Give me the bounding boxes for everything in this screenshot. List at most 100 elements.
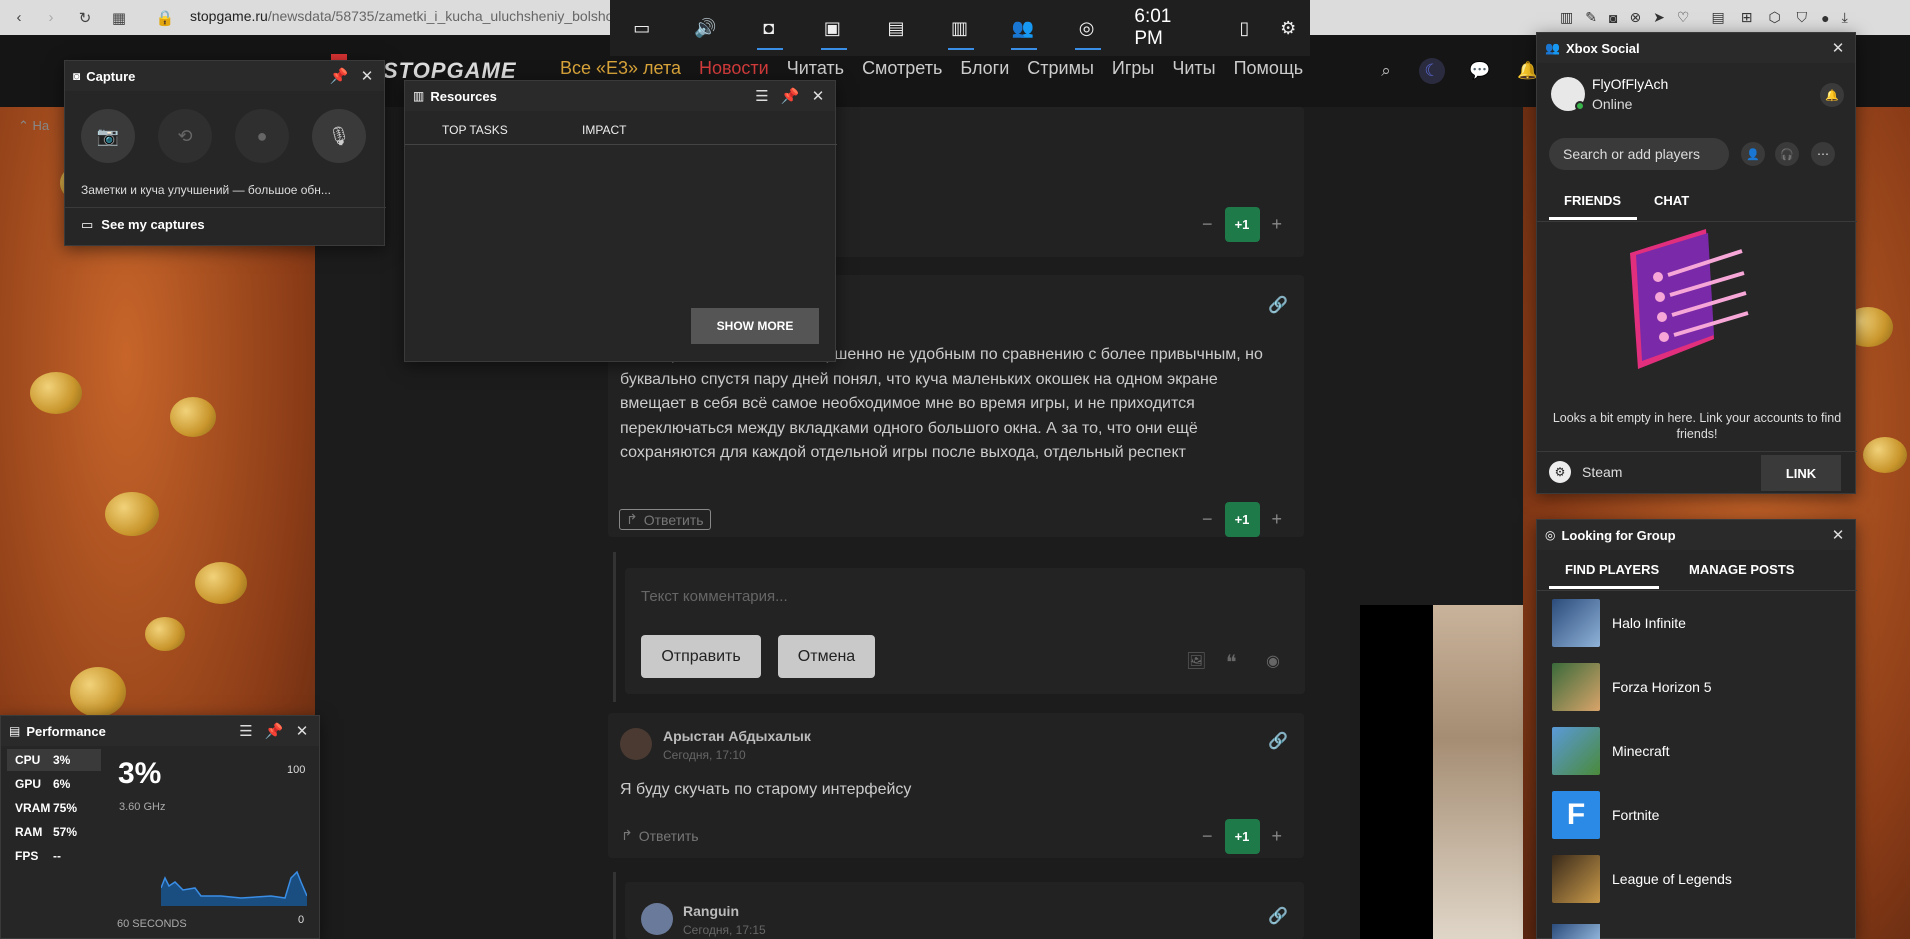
cancel-button[interactable]: Отмена	[778, 635, 875, 678]
close-icon[interactable]: ✕	[287, 716, 317, 746]
lfg-widget-icon[interactable]: ◎	[1055, 0, 1119, 56]
audio-icon[interactable]: 🔊	[674, 0, 738, 56]
tab-manage-posts[interactable]: MANAGE POSTS	[1689, 562, 1794, 577]
see-captures-link[interactable]: ▭ See my captures	[81, 217, 205, 233]
widget-menu-icon[interactable]: ▭	[610, 0, 674, 56]
social-widget-icon[interactable]: 👥	[991, 0, 1055, 56]
gear-icon[interactable]: ⚙	[1266, 0, 1310, 56]
address-bar[interactable]: stopgame.ru/newsdata/58735/zametki_i_kuc…	[190, 8, 649, 24]
tab-chat[interactable]: CHAT	[1654, 193, 1689, 208]
pin-icon[interactable]: 📌	[775, 81, 805, 111]
player-search-input[interactable]: Search or add players	[1549, 138, 1729, 170]
search-icon[interactable]: ⌕	[1373, 58, 1399, 84]
chat-icon[interactable]: 💬	[1467, 58, 1493, 84]
nav-news[interactable]: Новости	[699, 58, 769, 78]
edit-icon[interactable]: ✎	[1585, 9, 1597, 26]
capture-widget-icon[interactable]: ◘	[737, 0, 801, 56]
record-button[interactable]: ●	[235, 109, 289, 163]
shield-icon[interactable]: ⛉	[1797, 9, 1808, 26]
spoiler-icon[interactable]: ◉	[1266, 651, 1280, 671]
profile-icon[interactable]: ●	[1821, 10, 1829, 26]
close-icon[interactable]: ✕	[803, 81, 833, 111]
nav-cheats[interactable]: Читы	[1172, 58, 1215, 78]
headset-icon[interactable]: 🎧	[1775, 142, 1799, 166]
reply-button[interactable]: ↱ Ответить	[621, 827, 699, 844]
gallery-icon[interactable]: ▤	[864, 0, 928, 56]
mic-toggle-button[interactable]: 🎙	[312, 109, 366, 163]
camera-icon[interactable]: ◙	[1609, 10, 1617, 26]
perf-row-gpu[interactable]: GPU 6%	[7, 773, 101, 795]
vote-up-button[interactable]: +	[1272, 509, 1283, 530]
link-icon[interactable]: 🔗	[1268, 906, 1288, 926]
download-icon[interactable]: ⤓	[1842, 9, 1848, 26]
vote-down-button[interactable]: −	[1202, 826, 1213, 847]
close-icon[interactable]: ✕	[1823, 33, 1853, 63]
lfg-title-bar[interactable]: ◎ Looking for Group	[1537, 520, 1855, 550]
link-icon[interactable]: 🔗	[1268, 731, 1288, 751]
lfg-game-row[interactable]: League of Legends	[1552, 852, 1852, 906]
show-more-button[interactable]: SHOW MORE	[691, 308, 819, 344]
more-icon[interactable]: ⋯	[1811, 142, 1835, 166]
collapse-toggle[interactable]: ⌃ На	[18, 118, 49, 134]
social-title-bar[interactable]: 👥 Xbox Social	[1537, 33, 1855, 63]
nav-streams[interactable]: Стримы	[1027, 58, 1094, 78]
image-icon[interactable]: 🖼	[1186, 651, 1206, 671]
vote-up-button[interactable]: +	[1272, 826, 1283, 847]
avatar[interactable]	[641, 903, 673, 935]
comment-author[interactable]: Арыстан Абдыхалык	[663, 728, 811, 744]
resources-widget-icon[interactable]: ▣	[801, 0, 865, 56]
comment-input[interactable]: Текст комментария...	[641, 588, 788, 605]
nav-read[interactable]: Читать	[787, 58, 844, 78]
dark-mode-icon[interactable]: ☾	[1419, 58, 1445, 84]
perf-row-cpu[interactable]: CPU 3%	[7, 749, 101, 771]
avatar[interactable]	[620, 728, 652, 760]
quote-icon[interactable]: ❝	[1226, 650, 1237, 675]
screenshot-button[interactable]: 📷	[81, 109, 135, 163]
record-last-button[interactable]: ⟲	[158, 109, 212, 163]
block-icon[interactable]: ⊗	[1629, 9, 1641, 26]
cube-icon[interactable]: ⬡	[1768, 9, 1780, 26]
reader-icon[interactable]: ▤	[1711, 9, 1724, 26]
video-thumbnail[interactable]	[1433, 605, 1523, 939]
nav-help[interactable]: Помощь	[1234, 58, 1304, 78]
notifications-icon[interactable]: 🔔	[1820, 83, 1844, 107]
back-icon[interactable]: ‹	[4, 0, 34, 35]
settings-icon[interactable]: ☰	[747, 81, 777, 111]
vote-down-button[interactable]: −	[1202, 509, 1213, 530]
nav-games[interactable]: Игры	[1112, 58, 1154, 78]
settings-icon[interactable]: ☰	[231, 716, 261, 746]
close-icon[interactable]: ✕	[1823, 520, 1853, 550]
lfg-game-row[interactable]: F Fortnite	[1552, 788, 1852, 842]
link-steam-button[interactable]: LINK	[1761, 455, 1841, 491]
performance-widget-icon[interactable]: ▥	[928, 0, 992, 56]
nav-blogs[interactable]: Блоги	[960, 58, 1009, 78]
close-icon[interactable]: ✕	[352, 61, 382, 91]
reload-icon[interactable]: ↻	[70, 0, 100, 35]
pin-icon[interactable]: 📌	[259, 716, 289, 746]
comment-author[interactable]: Ranguin	[683, 903, 739, 919]
perf-row-vram[interactable]: VRAM 75%	[7, 797, 101, 819]
reply-button[interactable]: ↱ Ответить	[619, 509, 711, 530]
forward-icon[interactable]: ›	[36, 0, 66, 35]
pin-icon[interactable]: 📌	[324, 61, 354, 91]
vote-down-button[interactable]: −	[1202, 214, 1213, 235]
extension-icon[interactable]: ▥	[1560, 9, 1573, 26]
mouse-icon[interactable]: ▯	[1223, 0, 1267, 56]
add-friend-icon[interactable]: 👤	[1741, 142, 1765, 166]
nav-watch[interactable]: Смотреть	[862, 58, 942, 78]
lfg-game-row[interactable]: Halo Infinite	[1552, 596, 1852, 650]
tab-find-players[interactable]: FIND PLAYERS	[1565, 562, 1659, 577]
send-button[interactable]: Отправить	[641, 635, 761, 678]
vote-up-button[interactable]: +	[1272, 214, 1283, 235]
perf-row-fps[interactable]: FPS --	[7, 845, 101, 867]
nav-e3[interactable]: Все «E3» лета	[560, 58, 681, 78]
link-icon[interactable]: 🔗	[1268, 295, 1288, 315]
lfg-game-row[interactable]: Forza Horizon 5	[1552, 660, 1852, 714]
heart-icon[interactable]: ♡	[1677, 9, 1690, 26]
tab-friends[interactable]: FRIENDS	[1564, 193, 1621, 208]
send-icon[interactable]: ➤	[1653, 9, 1665, 26]
perf-row-ram[interactable]: RAM 57%	[7, 821, 101, 843]
lfg-game-row[interactable]: Minecraft	[1552, 724, 1852, 778]
grid-icon[interactable]: ⊞	[1741, 9, 1753, 26]
apps-grid-icon[interactable]: ▦	[104, 0, 134, 35]
